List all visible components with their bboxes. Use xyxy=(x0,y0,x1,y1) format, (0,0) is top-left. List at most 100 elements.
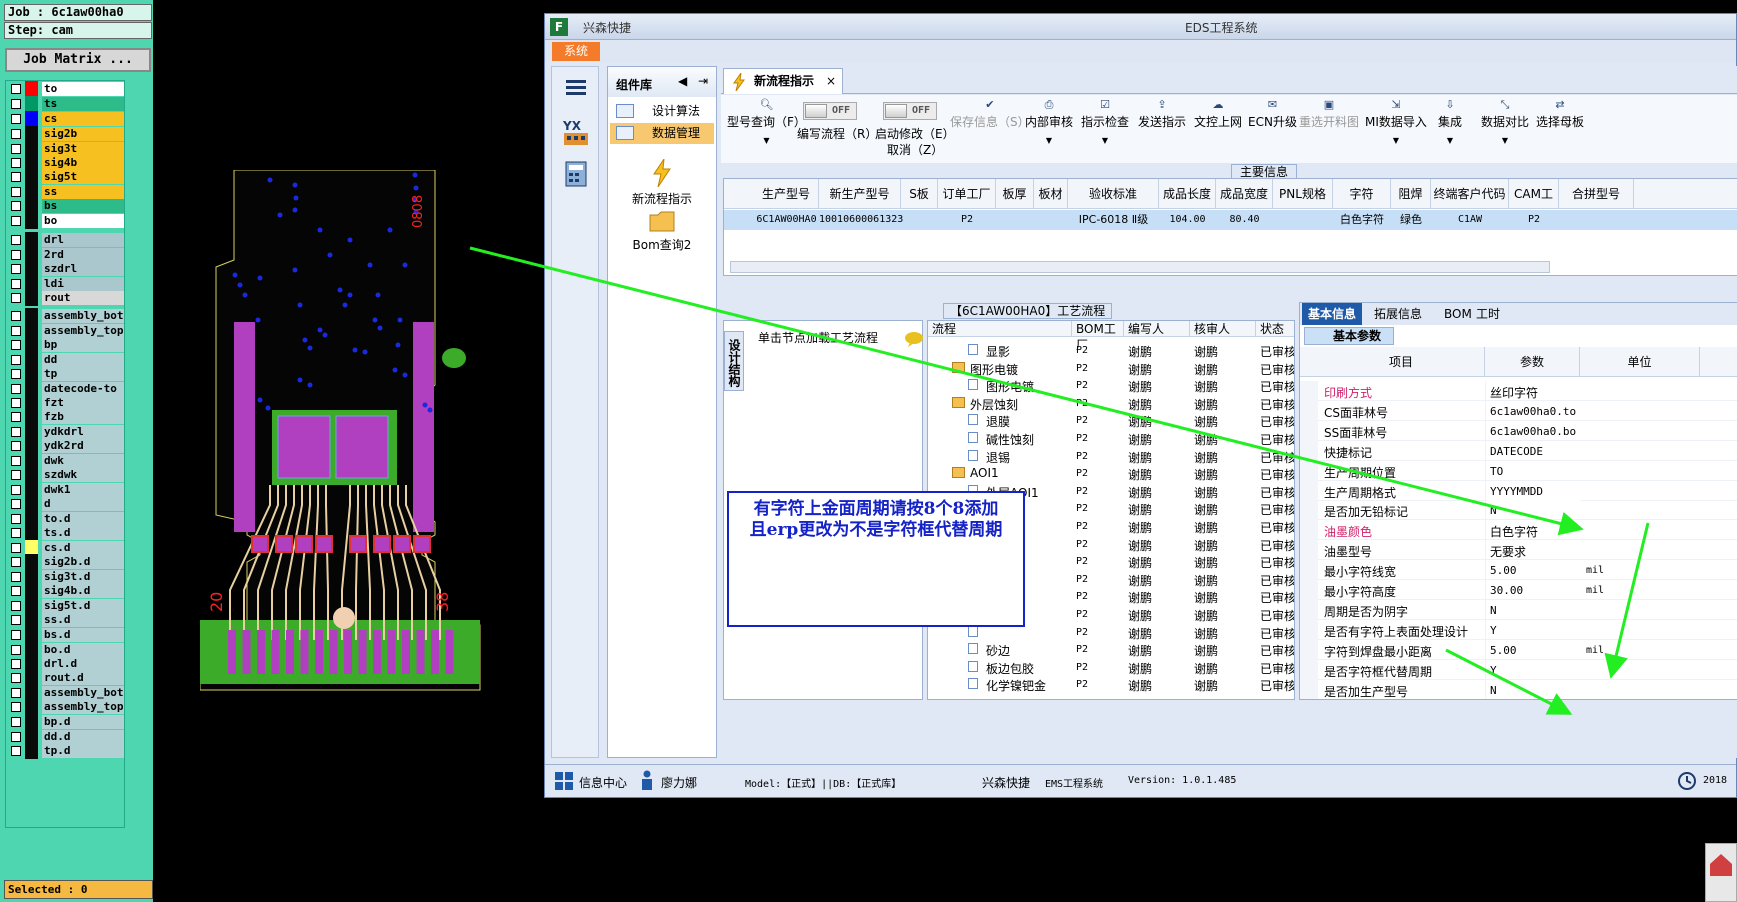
param-row[interactable]: CS面菲林号 6c1aw00ha0.to xyxy=(1300,400,1737,421)
column-header[interactable]: S板 xyxy=(901,179,938,209)
layer-row[interactable]: szdrl xyxy=(8,261,124,277)
layer-row[interactable]: tp xyxy=(8,366,124,382)
model-query-button[interactable]: 🔍︎ 型号查询（F） ▼ xyxy=(727,99,806,145)
param-value[interactable]: 5.00 xyxy=(1490,564,1517,577)
layer-checkbox[interactable] xyxy=(11,543,21,553)
calculator-icon[interactable] xyxy=(561,159,591,189)
dock-icon[interactable]: ⇥ xyxy=(698,74,708,88)
layer-checkbox[interactable] xyxy=(11,311,21,321)
layer-checkbox[interactable] xyxy=(11,216,21,226)
param-value[interactable]: N xyxy=(1490,504,1497,517)
layer-checkbox[interactable] xyxy=(11,702,21,712)
column-header[interactable]: 流程 xyxy=(928,321,1072,337)
column-header[interactable]: 编写人 xyxy=(1124,321,1190,337)
layer-row[interactable]: ydk2rd xyxy=(8,438,124,454)
cancel-button[interactable]: 取消（Z） xyxy=(887,141,943,158)
hamburger-menu-icon[interactable] xyxy=(561,73,591,103)
layer-row[interactable]: rout.d xyxy=(8,670,124,686)
layer-row[interactable]: sig4b.d xyxy=(8,583,124,599)
layer-checkbox[interactable] xyxy=(11,673,21,683)
component-bom-query[interactable]: Bom查询2 xyxy=(608,209,716,253)
column-header[interactable]: 生产型号 xyxy=(754,179,819,209)
layer-checkbox[interactable] xyxy=(11,340,21,350)
internal-review-button[interactable]: ⎙ 内部审核 ▼ xyxy=(1025,99,1073,145)
layer-checkbox[interactable] xyxy=(11,187,21,197)
layer-checkbox[interactable] xyxy=(11,172,21,182)
table-row[interactable]: 6C1AW00HA0 10010600061323 P2 IPC-6018 Ⅱ级 104… xyxy=(724,210,1737,230)
layer-row[interactable]: sig5t xyxy=(8,169,124,185)
info-center-link[interactable]: 信息中心 xyxy=(579,774,627,791)
enable-edit-toggle[interactable]: OFF xyxy=(883,102,937,120)
layer-checkbox[interactable] xyxy=(11,250,21,260)
param-value[interactable]: N xyxy=(1490,684,1497,697)
layer-row[interactable]: szdwk xyxy=(8,467,124,483)
pin-left-icon[interactable]: ◀ xyxy=(678,74,687,88)
param-row[interactable]: 是否有字符上表面处理设计 Y xyxy=(1300,619,1737,640)
param-row[interactable]: 生产周期格式 YYYYMMDD xyxy=(1300,480,1737,501)
layer-checkbox[interactable] xyxy=(11,645,21,655)
param-row[interactable]: 最小字符线宽 5.00 mil xyxy=(1300,560,1737,581)
mi-import-button[interactable]: ⇲ MI数据导入 ▼ xyxy=(1365,99,1427,145)
layer-checkbox[interactable] xyxy=(11,235,21,245)
column-header[interactable]: CAM工 xyxy=(1509,179,1559,209)
layer-row[interactable]: ss.d xyxy=(8,612,124,628)
tree-row[interactable]: 化学镍钯金 P2 谢鹏 谢鹏 已审核 xyxy=(928,675,1294,694)
layer-row[interactable]: rout xyxy=(8,290,124,306)
layer-row[interactable]: bp.d xyxy=(8,714,124,730)
job-matrix-button[interactable]: Job Matrix ... xyxy=(5,48,151,72)
param-value[interactable]: DATECODE xyxy=(1490,445,1543,458)
data-compare-button[interactable]: ⤡ 数据对比 ▼ xyxy=(1481,99,1529,145)
layer-checkbox[interactable] xyxy=(11,355,21,365)
ecn-upgrade-button[interactable]: ✉ ECN升级 xyxy=(1248,99,1297,130)
redraw-cutting-button[interactable]: ▣ 重选开料图 xyxy=(1299,99,1359,130)
factory-icon[interactable]: YX xyxy=(561,117,591,147)
layer-checkbox[interactable] xyxy=(11,264,21,274)
layer-checkbox[interactable] xyxy=(11,279,21,289)
layer-checkbox[interactable] xyxy=(11,485,21,495)
layer-checkbox[interactable] xyxy=(11,326,21,336)
grid-icon[interactable] xyxy=(555,772,573,790)
tree-row[interactable]: 碱性蚀刻 P2 谢鹏 谢鹏 已审核 xyxy=(928,429,1294,448)
tab-basic-0[interactable]: 基本信息 xyxy=(1302,303,1363,325)
tree-row[interactable]: 显影 P2 谢鹏 谢鹏 已审核 xyxy=(928,341,1294,360)
layer-checkbox[interactable] xyxy=(11,129,21,139)
layer-checkbox[interactable] xyxy=(11,630,21,640)
param-row[interactable]: SS面菲林号 6c1aw00ha0.bo xyxy=(1300,420,1737,441)
column-header[interactable]: BOM工厂 xyxy=(1072,321,1124,352)
tab-new-flow[interactable]: 新流程指示 × xyxy=(723,68,843,94)
param-value[interactable]: 白色字符 xyxy=(1490,523,1538,540)
tab-basic-1[interactable]: 拓展信息 xyxy=(1368,303,1428,325)
layer-checkbox[interactable] xyxy=(11,427,21,437)
param-row[interactable]: 周期是否为阴字 N xyxy=(1300,599,1737,620)
layer-checkbox[interactable] xyxy=(11,201,21,211)
column-header[interactable]: 新生产型号 xyxy=(819,179,901,209)
layer-row[interactable]: ts.d xyxy=(8,525,124,541)
column-header[interactable]: PNL规格 xyxy=(1273,179,1333,209)
column-header[interactable]: 验收标准 xyxy=(1068,179,1159,209)
layer-row[interactable]: to xyxy=(8,81,124,97)
layer-checkbox[interactable] xyxy=(11,586,21,596)
send-instruct-button[interactable]: ⇪ 发送指示 xyxy=(1138,99,1186,130)
layer-checkbox[interactable] xyxy=(11,499,21,509)
column-header[interactable]: 板厚 xyxy=(996,179,1034,209)
layer-checkbox[interactable] xyxy=(11,114,21,124)
param-row[interactable]: 油墨颜色 白色字符 xyxy=(1300,520,1737,541)
layer-checkbox[interactable] xyxy=(11,557,21,567)
layer-row[interactable]: d xyxy=(8,496,124,512)
layer-row[interactable]: bs.d xyxy=(8,627,124,643)
layer-row[interactable]: assembly_bot xyxy=(8,308,124,324)
layer-checkbox[interactable] xyxy=(11,99,21,109)
column-header[interactable]: 字符 xyxy=(1333,179,1391,209)
tree-row[interactable]: 图形电镀 P2 谢鹏 谢鹏 已审核 xyxy=(928,359,1294,378)
column-header[interactable]: 合拼型号 xyxy=(1559,179,1634,209)
component-design-algorithm[interactable]: 设计算法 xyxy=(610,101,714,122)
tab-design-structure[interactable]: 设计结构 xyxy=(724,331,744,391)
param-row[interactable]: 是否加无铅标记 N xyxy=(1300,500,1737,521)
component-data-management[interactable]: 数据管理 xyxy=(610,123,714,144)
tree-row[interactable]: AOI1 P2 谢鹏 谢鹏 已审核 xyxy=(928,464,1294,483)
layer-row[interactable]: ts xyxy=(8,96,124,112)
close-icon[interactable]: × xyxy=(826,69,836,93)
layer-checkbox[interactable] xyxy=(11,572,21,582)
column-header[interactable]: 项目 xyxy=(1318,347,1485,377)
layer-row[interactable]: cs xyxy=(8,111,124,127)
